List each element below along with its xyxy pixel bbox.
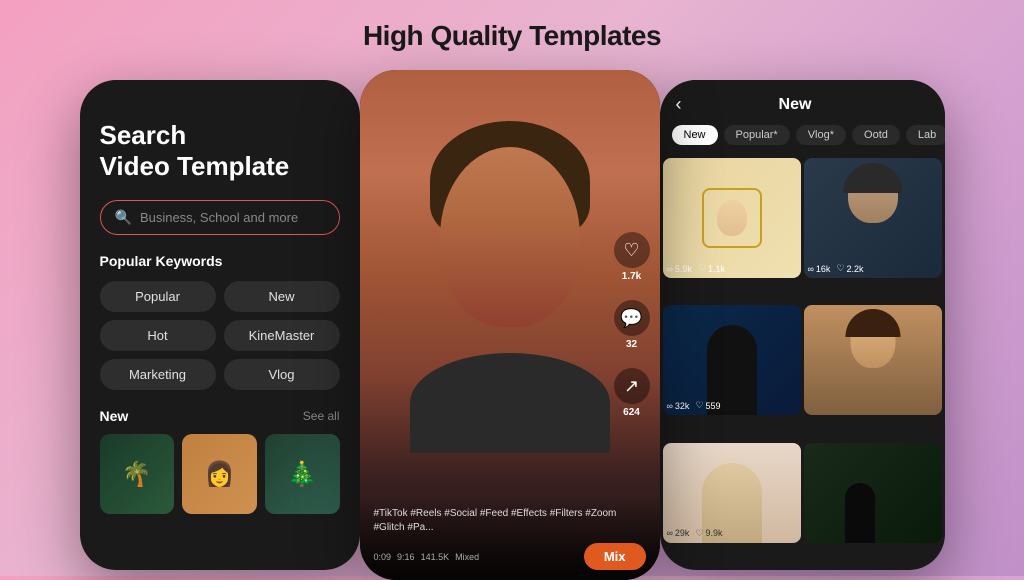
card-2-likes: ♡ 2.2k [836,263,863,274]
video-views: 141.5K [421,552,450,562]
template-card-3[interactable]: ∞ 32k ♡ 559 [663,305,801,415]
template-card-5[interactable]: ∞ 29k ♡ 9.9k [663,443,801,543]
gallery-header: ‹ New [660,80,945,125]
share-count: 624 [623,407,640,418]
card-1-views: ∞ 5.9k [667,263,692,274]
template-card-4[interactable] [804,305,942,415]
thumbnail-3[interactable]: 🎄 [265,434,340,514]
mix-button[interactable]: Mix [584,543,646,570]
search-icon: 🔍 [115,209,132,226]
new-section-header: New See all [100,408,340,424]
person-shoulder [410,353,610,453]
new-thumbnails: 🌴 👩 🎄 [100,434,340,514]
template-card-6[interactable] [804,443,942,543]
video-resolution: 9:16 [397,552,415,562]
hashtags: #TikTok #Reels #Social #Feed #Effects #F… [374,507,646,535]
card-5-views: ∞ 29k [667,528,690,539]
search-title: Search Video Template [100,120,340,182]
phone-search: Search Video Template 🔍 Business, School… [80,80,360,570]
keyword-marketing[interactable]: Marketing [100,359,216,390]
phones-container: Search Video Template 🔍 Business, School… [0,70,1024,580]
thumbnail-2[interactable]: 👩 [182,434,257,514]
card-3-views: ∞ 32k [667,400,690,411]
face-shape [717,200,747,236]
keyword-new[interactable]: New [224,281,340,312]
tab-ootd[interactable]: Ootd [852,125,900,145]
heart-icon: ♡ [614,232,650,268]
new-section-title: New [100,408,129,424]
phone-gallery: ‹ New New Popular* Vlog* Ootd Lab ∞ 5 [660,80,945,570]
card-2-views: ∞ 16k [808,263,831,274]
bottom-row: 0:09 9:16 141.5K Mixed Mix [374,543,646,570]
keyword-kinemaster[interactable]: KineMaster [224,320,340,351]
card-3-stats: ∞ 32k ♡ 559 [667,400,721,411]
template-grid: ∞ 5.9k ♡ 1.1k ∞ 16k ♡ 2.2k [660,155,945,570]
share-action[interactable]: ↗ 624 [614,368,650,418]
gallery-title: New [779,96,812,114]
card-2-stats: ∞ 16k ♡ 2.2k [808,263,864,274]
thumb-image-3: 🎄 [265,434,340,514]
video-type: Mixed [455,552,479,562]
tab-lab[interactable]: Lab [906,125,945,145]
comment-action[interactable]: 💬 32 [614,300,650,350]
card-1-likes: ♡ 1.1k [698,263,725,274]
search-bar[interactable]: 🔍 Business, School and more [100,200,340,235]
keyword-hot[interactable]: Hot [100,320,216,351]
like-action[interactable]: ♡ 1.7k [614,232,650,282]
back-button[interactable]: ‹ [676,94,682,115]
see-all-link[interactable]: See all [303,409,340,423]
thumb-image-1: 🌴 [100,434,175,514]
comment-count: 32 [626,339,637,350]
like-count: 1.7k [622,271,641,282]
comment-icon: 💬 [614,300,650,336]
card-5-likes: ♡ 9.9k [695,528,722,539]
search-placeholder: Business, School and more [140,210,298,225]
video-actions: ♡ 1.7k 💬 32 ↗ 624 [614,232,650,418]
keyword-vlog[interactable]: Vlog [224,359,340,390]
card-1-stats: ∞ 5.9k ♡ 1.1k [667,263,726,274]
template-card-2[interactable]: ∞ 16k ♡ 2.2k [804,158,942,278]
category-tabs: New Popular* Vlog* Ootd Lab [660,125,945,155]
thumbnail-1[interactable]: 🌴 [100,434,175,514]
card-3-likes: ♡ 559 [695,400,720,411]
person-face [440,147,580,327]
keywords-grid: Popular New Hot KineMaster Marketing Vlo… [100,281,340,390]
thumb-image-2: 👩 [182,434,257,514]
template-card-1[interactable]: ∞ 5.9k ♡ 1.1k [663,158,801,278]
keywords-section-title: Popular Keywords [100,253,340,269]
card-5-stats: ∞ 29k ♡ 9.9k [667,528,723,539]
share-icon: ↗ [614,368,650,404]
video-duration: 0:09 [374,552,392,562]
video-meta: 0:09 9:16 141.5K Mixed [374,552,480,562]
tab-vlog[interactable]: Vlog* [796,125,846,145]
page-title: High Quality Templates [363,20,661,52]
tab-new[interactable]: New [672,125,718,145]
phone-video: ♡ 1.7k 💬 32 ↗ 624 #TikTok #Reels #Social… [360,70,660,580]
keyword-popular[interactable]: Popular [100,281,216,312]
video-bottom: #TikTok #Reels #Social #Feed #Effects #F… [360,497,660,580]
face-frame [702,188,762,248]
tab-popular[interactable]: Popular* [724,125,790,145]
